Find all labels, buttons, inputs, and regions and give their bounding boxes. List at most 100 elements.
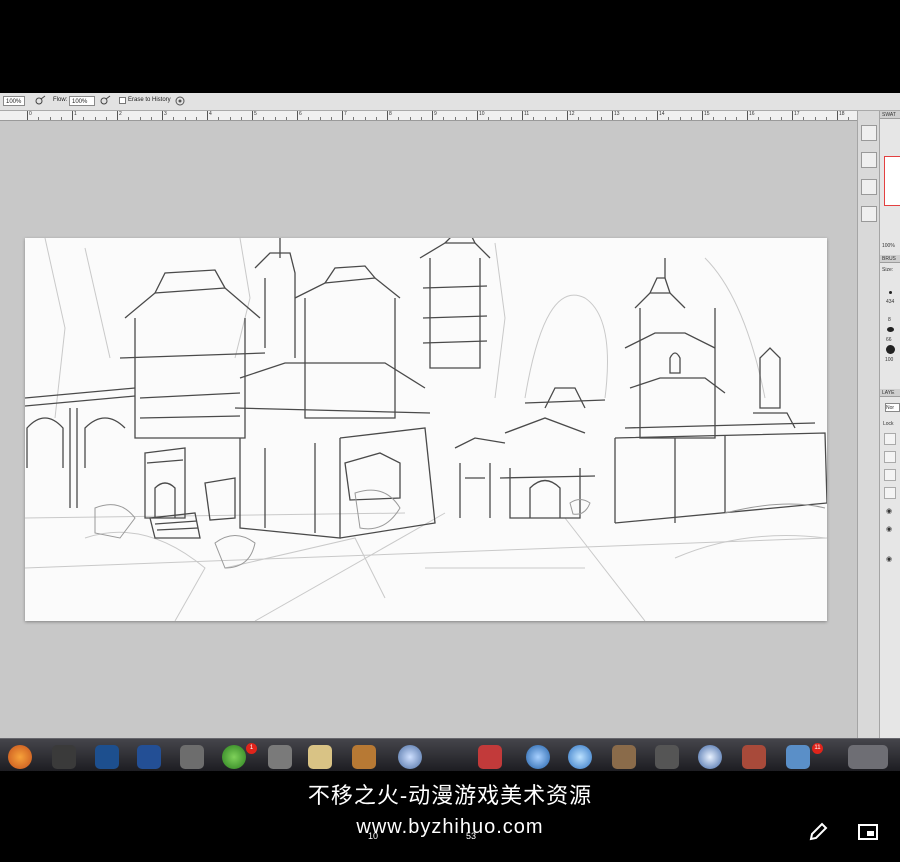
ruler-subtick: [814, 117, 816, 120]
ruler-subtick: [150, 117, 152, 120]
ruler-subtick: [510, 117, 512, 120]
clone-source-icon[interactable]: [861, 206, 877, 222]
eye-icon[interactable]: ◉: [886, 555, 892, 563]
ruler-tick: [387, 111, 388, 120]
ruler-tick: [117, 111, 118, 120]
ruler-subtick: [353, 117, 355, 120]
ruler-tick: [297, 111, 298, 120]
ruler-subtick: [139, 117, 141, 120]
ruler-subtick: [724, 117, 726, 120]
airbrush-toggle-icon[interactable]: [99, 95, 111, 107]
finder-icon[interactable]: [786, 745, 810, 769]
photoshop-icon[interactable]: [137, 745, 161, 769]
brush-preset-leaf[interactable]: [887, 327, 894, 332]
layer-thumb[interactable]: [884, 451, 896, 463]
brush-preset-round[interactable]: [886, 345, 895, 354]
photos-icon[interactable]: [612, 745, 636, 769]
history-icon[interactable]: [861, 152, 877, 168]
messages-icon[interactable]: [222, 745, 246, 769]
ruler-number: 16: [749, 111, 755, 117]
browser-icon[interactable]: [698, 745, 722, 769]
ruler-subtick: [240, 117, 242, 120]
star-icon[interactable]: [268, 745, 292, 769]
layer-thumb[interactable]: [884, 433, 896, 445]
notes-icon[interactable]: [308, 745, 332, 769]
ruler-number: 11: [524, 111, 530, 117]
ruler-subtick: [263, 117, 265, 120]
ruler-tick: [252, 111, 253, 120]
erase-to-history-checkbox[interactable]: [119, 97, 126, 104]
ruler-subtick: [769, 117, 771, 120]
ruler-subtick: [128, 117, 130, 120]
eye-icon[interactable]: ◉: [886, 525, 892, 533]
ruler-number: 2: [119, 111, 122, 117]
ruler-subtick: [499, 117, 501, 120]
notification-badge: 11: [812, 743, 823, 754]
app-icon[interactable]: [478, 745, 502, 769]
app-icon[interactable]: [655, 745, 679, 769]
photoshop-icon[interactable]: [95, 745, 119, 769]
ruler-number: 14: [659, 111, 665, 117]
ruler-subtick: [825, 117, 827, 120]
horizontal-ruler: 0 1 2 3 4 5 6 7 8 9 10 11 12 13 14 15 16 17 18: [0, 111, 857, 121]
mac-dock: 1 11: [0, 738, 900, 771]
ruler-number: 13: [614, 111, 620, 117]
lock-label: Lock: [883, 421, 894, 427]
globe-icon[interactable]: [526, 745, 550, 769]
ruler-subtick: [218, 117, 220, 120]
ruler-subtick: [330, 117, 332, 120]
ruler-number: 5: [254, 111, 257, 117]
ruler-subtick: [758, 117, 760, 120]
layer-thumb[interactable]: [884, 487, 896, 499]
swatches-tab[interactable]: SWAT: [880, 111, 900, 119]
layer-thumb[interactable]: [884, 469, 896, 481]
ruler-tick: [27, 111, 28, 120]
ruler-number: 10: [479, 111, 485, 117]
layers-tab[interactable]: LAYE: [880, 389, 900, 397]
eye-icon[interactable]: ◉: [886, 507, 892, 515]
airbrush-icon[interactable]: [34, 95, 46, 107]
ruler-subtick: [49, 117, 51, 120]
compass-icon[interactable]: [398, 745, 422, 769]
size-label: Size:: [882, 267, 894, 273]
navigator-icon[interactable]: [861, 125, 877, 141]
ruler-number: 0: [29, 111, 32, 117]
brush-preset-dot[interactable]: [889, 291, 892, 294]
notification-badge: 1: [246, 743, 257, 754]
zoom-readout[interactable]: 100%: [882, 243, 895, 249]
ruler-tick: [567, 111, 568, 120]
flow-field[interactable]: 100%: [69, 96, 95, 106]
ruler-subtick: [83, 117, 85, 120]
pencil-icon[interactable]: [806, 820, 830, 844]
trash-icon[interactable]: [848, 745, 888, 769]
ruler-tick: [72, 111, 73, 120]
firefox-icon[interactable]: [8, 745, 32, 769]
ruler-subtick: [195, 117, 197, 120]
app-icon[interactable]: [742, 745, 766, 769]
ruler-tick: [162, 111, 163, 120]
blend-mode-select[interactable]: Nor: [885, 403, 900, 412]
ruler-tick: [522, 111, 523, 120]
tools-preset-icon[interactable]: [861, 179, 877, 195]
ruler-tick: [342, 111, 343, 120]
time-total: 53: [466, 831, 477, 841]
ruler-subtick: [600, 117, 602, 120]
rss-icon[interactable]: [180, 745, 204, 769]
ruler-subtick: [319, 117, 321, 120]
ruler-subtick: [375, 117, 377, 120]
tablet-pressure-icon[interactable]: [174, 95, 186, 107]
brush-size-field[interactable]: 100%: [3, 96, 25, 106]
ruler-subtick: [229, 117, 231, 120]
safari-icon[interactable]: [568, 745, 592, 769]
navigator-thumbnail[interactable]: [884, 156, 900, 206]
panel-dock-icons: [857, 111, 880, 738]
ruler-number: 6: [299, 111, 302, 117]
brushes-tab[interactable]: BRUS: [880, 255, 900, 263]
app-icon[interactable]: [52, 745, 76, 769]
document-canvas[interactable]: [24, 232, 828, 622]
erase-to-history-label: Erase to History: [128, 97, 171, 103]
ruler-subtick: [645, 117, 647, 120]
pencil-app-icon[interactable]: [352, 745, 376, 769]
ruler-subtick: [634, 117, 636, 120]
picture-in-picture-icon[interactable]: [856, 820, 880, 844]
